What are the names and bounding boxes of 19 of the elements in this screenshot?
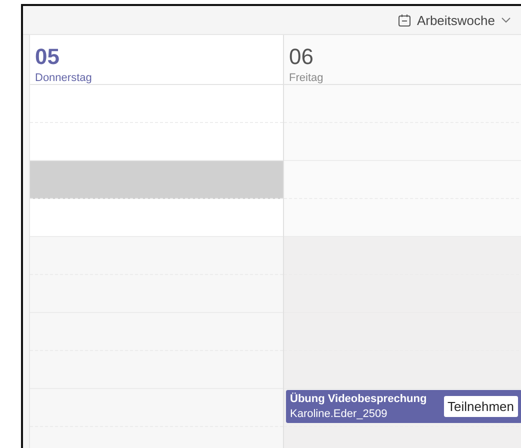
day-number: 06 [289,44,314,69]
day-number: 05 [35,44,60,69]
time-slot[interactable] [284,199,521,237]
day-header[interactable]: 06 Freitag [284,35,521,85]
time-slot[interactable] [284,85,521,123]
time-slot[interactable] [30,161,283,199]
event-title: Übung Videobesprechung [290,393,427,405]
view-switcher-button[interactable]: Arbeitswoche [394,10,515,30]
chevron-down-icon [501,17,511,23]
time-slot[interactable] [284,237,521,275]
weekday-label: Donnerstag [35,72,92,84]
join-button[interactable]: Teilnehmen [444,396,518,417]
time-slot[interactable] [284,351,521,389]
time-slot[interactable] [284,123,521,161]
time-slot[interactable] [30,237,283,275]
event-organizer: Karoline.Eder_2509 [290,408,388,420]
weekday-label: Freitag [289,72,324,84]
calendar-icon [398,14,411,26]
time-slot[interactable] [284,161,521,199]
